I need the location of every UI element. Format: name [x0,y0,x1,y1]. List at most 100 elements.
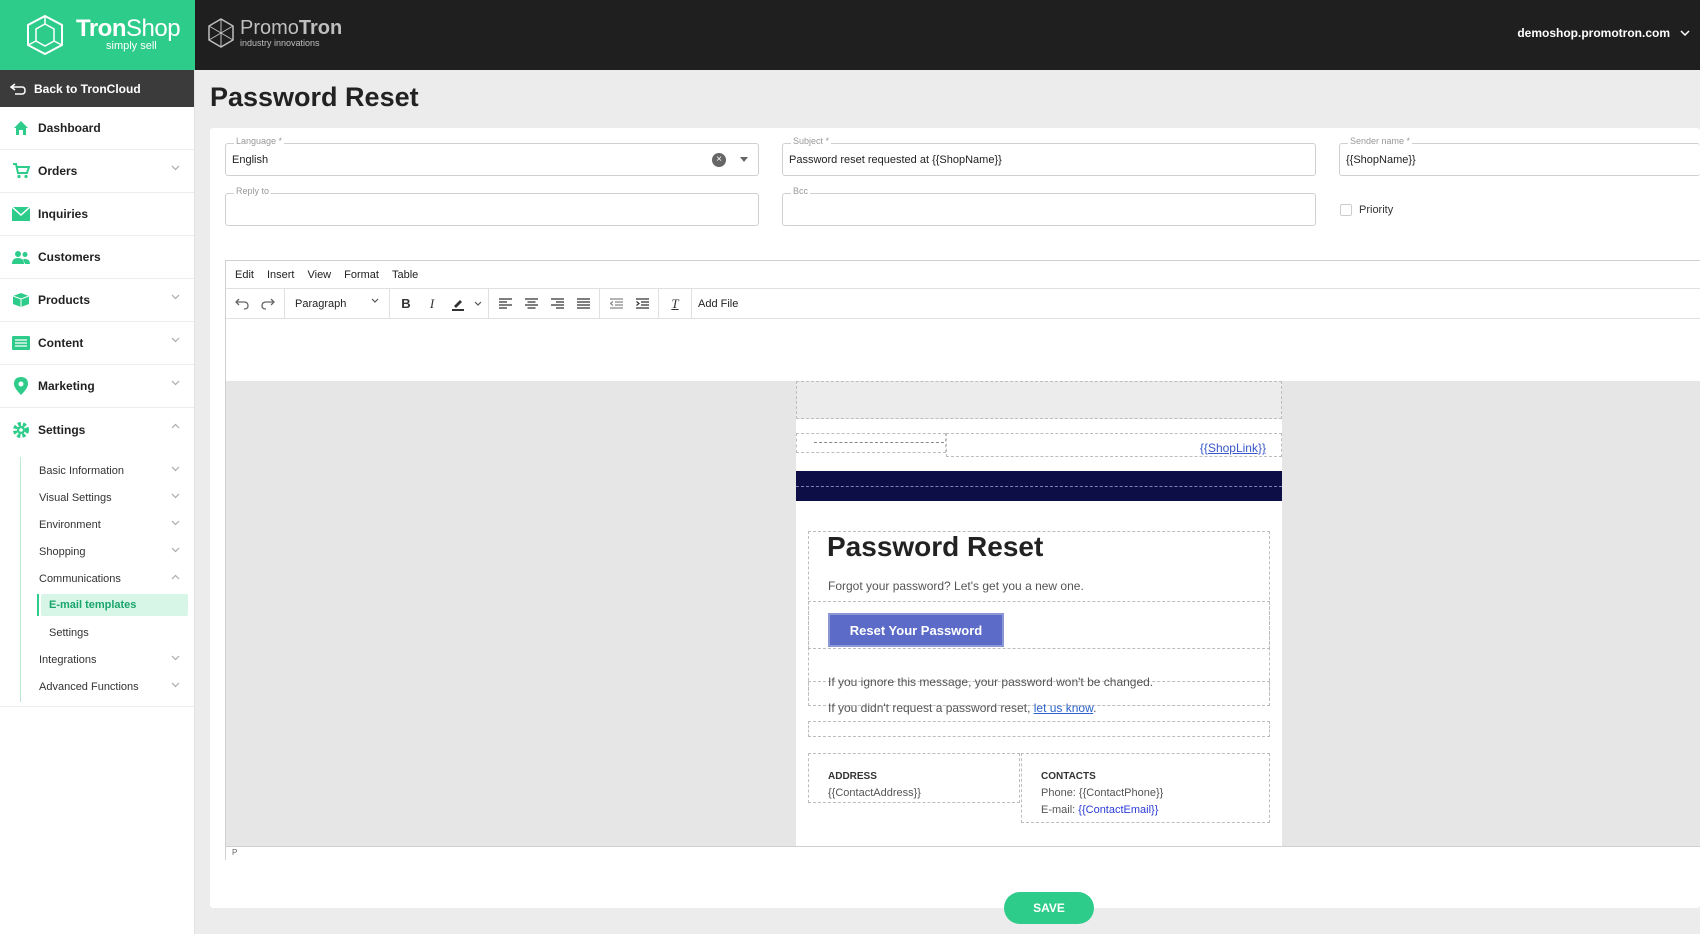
sidebar-sub-advanced-functions[interactable]: Advanced Functions [0,673,194,700]
email-ignore-text: If you ignore this message, your passwor… [828,675,1154,689]
let-us-know-link[interactable]: let us know [1034,701,1093,715]
sidebar-sub-visual-settings[interactable]: Visual Settings [0,484,194,511]
chevron-up-icon [171,574,180,580]
language-select[interactable]: Language * English × [225,136,759,176]
sidebar-item-content[interactable]: Content [0,322,194,365]
outdent-icon[interactable] [606,294,626,314]
sidebar-sub-shopping[interactable]: Shopping [0,538,194,565]
clear-formatting-icon[interactable]: T [665,294,685,314]
sidebar-sub-environment[interactable]: Environment [0,511,194,538]
domain-label: demoshop.promotron.com [1517,26,1670,40]
align-right-icon[interactable] [547,294,567,314]
menu-format[interactable]: Format [344,269,379,281]
promo-tagline: industry innovations [240,38,320,48]
top-bar: TronShop simply sell PromoTron industry … [0,0,1700,70]
priority-label: Priority [1359,204,1394,216]
reset-password-button[interactable]: Reset Your Password [828,613,1004,647]
rich-text-editor: Edit Insert View Format Table Paragraph … [225,260,1700,860]
align-center-icon[interactable] [521,294,541,314]
shop-link[interactable]: {{ShopLink}} [1200,441,1266,455]
brand-name: TronShop [76,15,181,42]
sidebar-item-label: Dashboard [38,121,101,135]
page-title: Password Reset [210,82,419,112]
clear-format-group: T [659,288,692,319]
block-format-select[interactable]: Paragraph [291,298,383,310]
sidebar-item-marketing[interactable]: Marketing [0,365,194,408]
menu-insert[interactable]: Insert [267,269,295,281]
bcc-label: Bcc [791,186,811,196]
sidebar-sub-comm-settings[interactable]: Settings [0,619,194,646]
sidebar-item-orders[interactable]: Orders [0,150,194,193]
tronshop-logo-icon [27,14,63,56]
sidebar-sub-label: Integrations [39,653,97,666]
menu-edit[interactable]: Edit [235,269,254,281]
editor-content-area[interactable] [226,321,1700,381]
sender-name-label: Sender name * [1348,136,1413,146]
sidebar-item-products[interactable]: Products [0,279,194,322]
sidebar-item-customers[interactable]: Customers [0,236,194,279]
email-spacer-row [808,721,1270,737]
priority-checkbox[interactable]: Priority [1340,204,1393,216]
sidebar-item-settings[interactable]: Settings [0,408,194,451]
chevron-down-icon [171,337,180,343]
checkbox-box[interactable] [1340,204,1352,216]
sidebar-sub-integrations[interactable]: Integrations [0,646,194,673]
bold-icon[interactable]: B [396,294,416,314]
indent-icon[interactable] [632,294,652,314]
subject-label: Subject * [791,136,832,146]
email-top-spacer [796,381,1282,419]
active-indicator [37,594,39,616]
italic-icon[interactable]: I [422,294,442,314]
sidebar-item-dashboard[interactable]: Dashboard [0,107,194,150]
chevron-up-icon [171,423,180,429]
back-to-troncloud-button[interactable]: Back to TronCloud [0,70,194,107]
sidebar-sub-basic-information[interactable]: Basic Information [0,457,194,484]
email-subtitle: Forgot your password? Let's get you a ne… [828,579,1084,593]
sender-name-field[interactable]: Sender name * {{ShopName}} [1339,136,1700,176]
editor-menubar: Edit Insert View Format Table [226,261,1700,289]
users-icon [12,248,30,266]
chevron-down-icon [171,655,180,661]
redo-icon[interactable] [258,294,278,314]
email-preview-area[interactable]: {{ShopLink}} Password Reset Forgot your … [226,381,1700,846]
file-group: Add File [692,289,744,319]
chevron-down-icon [371,298,379,303]
save-button[interactable]: SAVE [1004,892,1094,924]
tronshop-logo[interactable]: TronShop simply sell [0,0,195,70]
highlight-icon[interactable] [448,294,468,314]
template-form-card: Language * English × Subject * Password … [210,128,1700,908]
sidebar-sub-communications[interactable]: Communications [0,565,194,592]
subject-value: Password reset requested at {{ShopName}} [789,154,1002,166]
chevron-down-icon [171,493,180,499]
align-left-icon[interactable] [495,294,515,314]
gear-icon [12,421,30,439]
sidebar-sub-label: Communications [39,572,121,585]
sidebar-sub-label: Shopping [39,545,86,558]
home-icon [12,119,30,137]
undo-icon[interactable] [232,294,252,314]
chevron-down-icon [171,466,180,472]
sidebar-sub-email-templates[interactable]: E-mail templates [37,594,188,616]
back-arrow-icon [10,82,26,95]
sidebar-sub-label: Basic Information [39,464,124,477]
domain-selector[interactable]: demoshop.promotron.com [1517,26,1690,40]
sidebar-sub-label: E-mail templates [49,599,137,611]
align-justify-icon[interactable] [573,294,593,314]
chevron-down-icon [171,682,180,688]
list-icon [12,334,30,352]
add-file-button[interactable]: Add File [698,298,738,310]
sender-name-value: {{ShopName}} [1346,154,1416,166]
menu-view[interactable]: View [307,269,331,281]
subject-field[interactable]: Subject * Password reset requested at {{… [782,136,1316,176]
sidebar-item-inquiries[interactable]: Inquiries [0,193,194,236]
menu-table[interactable]: Table [392,269,418,281]
sidebar-sub-label: Settings [49,626,89,639]
editor-statusbar: P [226,846,1700,860]
bcc-field[interactable]: Bcc [782,186,1316,226]
email-logo-cell [796,433,946,453]
clear-icon[interactable]: × [712,153,726,167]
caret-down-icon[interactable] [740,157,748,162]
reply-to-field[interactable]: Reply to [225,186,759,226]
indent-group [600,288,659,319]
chevron-down-icon[interactable] [474,301,482,307]
